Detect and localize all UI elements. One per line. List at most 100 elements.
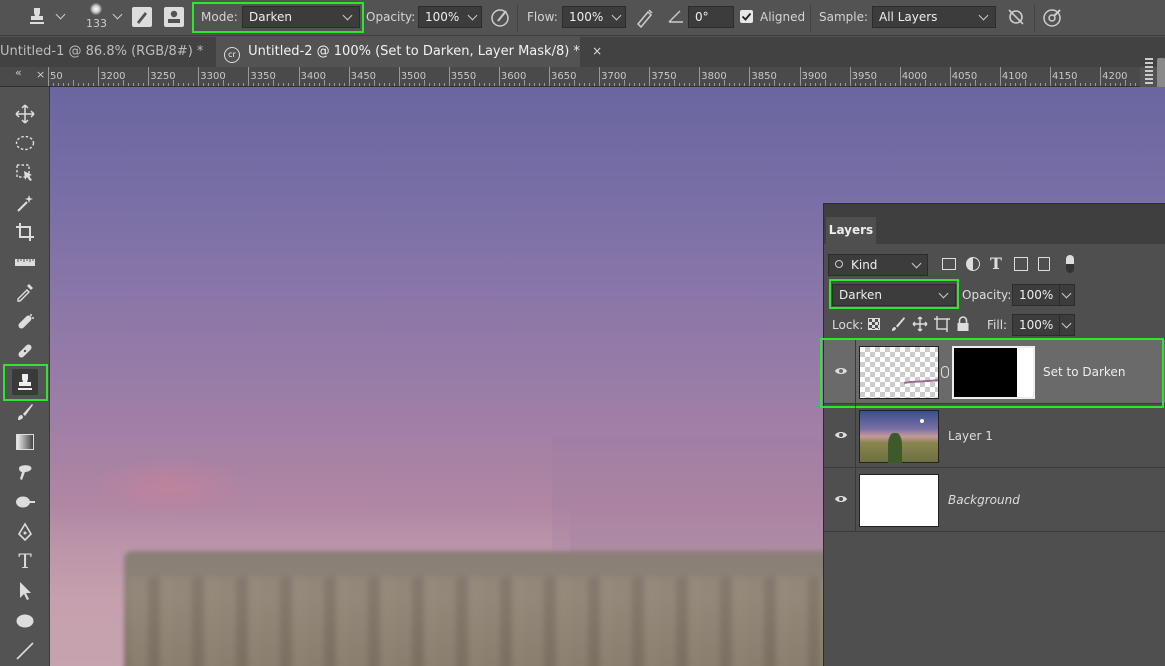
filter-smart-object-icon[interactable]	[1038, 257, 1050, 271]
clone-stamp-preset-icon[interactable]	[27, 6, 47, 28]
lock-position-icon[interactable]	[912, 316, 928, 332]
chevron-down-icon	[938, 288, 949, 299]
brush-tool-icon[interactable]	[13, 400, 37, 424]
close-icon[interactable]: ×	[592, 44, 602, 58]
collapse-panels-icon[interactable]: «	[15, 66, 22, 79]
ruler-tick	[58, 83, 60, 86]
smudge-tool-icon[interactable]	[13, 460, 37, 484]
fill-field[interactable]: 100%	[1012, 314, 1075, 336]
clone-stamp-tool-icon[interactable]	[12, 369, 38, 395]
ruler-tick	[874, 80, 876, 86]
ruler-tick	[498, 67, 500, 86]
ruler-tick	[328, 83, 330, 86]
ruler-tick	[138, 83, 140, 86]
visibility-eye-icon[interactable]	[834, 494, 848, 504]
type-tool-icon[interactable]: T	[13, 549, 37, 573]
flow-field[interactable]: 100%	[562, 6, 626, 28]
airbrush-icon[interactable]	[634, 6, 656, 29]
ruler-tick	[258, 83, 260, 86]
ruler-label: 3650	[551, 71, 577, 82]
ruler-tick	[754, 83, 756, 86]
blend-mode-dropdown[interactable]: Darken	[832, 284, 956, 306]
gradient-tool-icon[interactable]	[13, 430, 37, 454]
ruler-tick	[984, 83, 986, 86]
horizontal-ruler[interactable]: 50 3200 3250 3300 3350 3400 3450 3500 3550 3600 36…	[0, 67, 1140, 87]
layer-opacity-field[interactable]: 100%	[1012, 284, 1075, 306]
panel-grip-icon[interactable]	[1145, 58, 1153, 84]
ruler-tick	[343, 83, 345, 86]
ignore-adjustment-layers-icon[interactable]	[1005, 6, 1027, 28]
ruler-label: 3200	[100, 71, 126, 82]
visibility-eye-icon[interactable]	[834, 366, 848, 376]
filter-toggle-icon[interactable]	[1066, 255, 1074, 273]
ruler-tick	[253, 83, 255, 86]
brush-settings-icon[interactable]	[132, 7, 152, 27]
pen-tool-icon[interactable]	[13, 520, 37, 544]
dodge-tool-icon[interactable]	[13, 490, 37, 514]
ruler-label: 3800	[701, 71, 727, 82]
ruler-tick	[999, 67, 1001, 86]
layer-filter-kind-dropdown[interactable]: Kind	[828, 254, 928, 276]
tab-untitled-1[interactable]: Untitled-1 @ 86.8% (RGB/8#) * ×	[0, 37, 228, 67]
ruler-tick	[889, 83, 891, 86]
brush-picker-dropdown-icon[interactable]	[112, 9, 123, 20]
healing-brush-tool-icon[interactable]	[13, 339, 37, 363]
layers-tab[interactable]: Layers	[826, 217, 876, 244]
pressure-opacity-icon[interactable]	[490, 6, 512, 28]
ruler-tick	[338, 83, 340, 86]
ruler-tick	[273, 80, 275, 86]
thumbnail-plant	[888, 433, 902, 463]
ruler-tick	[318, 83, 320, 86]
layer-row-background[interactable]: Background	[824, 468, 1165, 532]
eyedropper-tool-icon[interactable]	[13, 280, 37, 304]
mask-link-icon[interactable]	[941, 366, 949, 378]
scrollbar-thumb[interactable]	[1157, 58, 1165, 88]
ruler-tool-icon[interactable]	[13, 250, 37, 274]
clone-source-panel-icon[interactable]	[164, 7, 184, 27]
move-tool-icon[interactable]	[13, 102, 37, 126]
layer-mask-thumbnail[interactable]	[952, 346, 1035, 399]
pressure-size-icon[interactable]	[1042, 6, 1064, 28]
lock-transparent-pixels-icon[interactable]	[868, 318, 880, 330]
lock-artboard-icon[interactable]	[934, 316, 950, 332]
tab-untitled-2[interactable]: cr Untitled-2 @ 100% (Set to Darken, Lay…	[216, 37, 602, 67]
crop-tool-icon[interactable]	[13, 220, 37, 244]
chevron-down-icon	[611, 10, 622, 21]
ruler-tick	[143, 83, 145, 86]
brush-preview-icon[interactable]	[90, 3, 102, 15]
ruler-tick	[1115, 83, 1117, 86]
ellipse-tool-icon[interactable]	[13, 609, 37, 633]
magic-wand-tool-icon[interactable]	[13, 191, 37, 215]
sample-dropdown[interactable]: All Layers	[872, 6, 996, 28]
ruler-tick	[789, 83, 791, 86]
filter-adjustment-icon[interactable]	[966, 257, 980, 271]
object-selection-tool-icon[interactable]	[13, 161, 37, 185]
tool-preset-dropdown-icon[interactable]	[55, 9, 66, 20]
path-selection-tool-icon[interactable]	[13, 579, 37, 603]
layer-row-set-to-darken[interactable]: Set to Darken	[824, 340, 1165, 404]
lock-image-pixels-icon[interactable]	[890, 316, 906, 332]
line-tool-icon[interactable]	[13, 639, 37, 663]
filter-pixel-icon[interactable]	[942, 258, 956, 270]
tab-label: Untitled-1 @ 86.8% (RGB/8#) *	[0, 44, 204, 59]
ruler-tick	[128, 83, 130, 86]
spot-healing-tool-icon[interactable]	[13, 310, 37, 334]
ruler-label: 3600	[500, 71, 527, 82]
ruler-tick	[1090, 83, 1092, 86]
flow-label: Flow:	[527, 10, 558, 24]
ruler-tick	[814, 83, 816, 86]
lock-all-icon[interactable]	[956, 316, 970, 332]
angle-field[interactable]: 0°	[688, 6, 734, 28]
filter-type-icon[interactable]: T	[990, 254, 1002, 273]
mode-dropdown[interactable]: Darken	[242, 6, 360, 28]
elliptical-marquee-tool-icon[interactable]	[13, 131, 37, 155]
opacity-field[interactable]: 100%	[418, 6, 482, 28]
visibility-eye-icon[interactable]	[834, 430, 848, 440]
filter-shape-icon[interactable]	[1014, 257, 1028, 271]
close-panels-icon[interactable]: ×	[36, 68, 45, 81]
ruler-tick	[759, 83, 761, 86]
layer-row-layer-1[interactable]: Layer 1	[824, 404, 1165, 468]
ruler-label: 3750	[651, 71, 677, 82]
field-texture	[130, 577, 880, 666]
aligned-checkbox[interactable]	[740, 10, 753, 23]
